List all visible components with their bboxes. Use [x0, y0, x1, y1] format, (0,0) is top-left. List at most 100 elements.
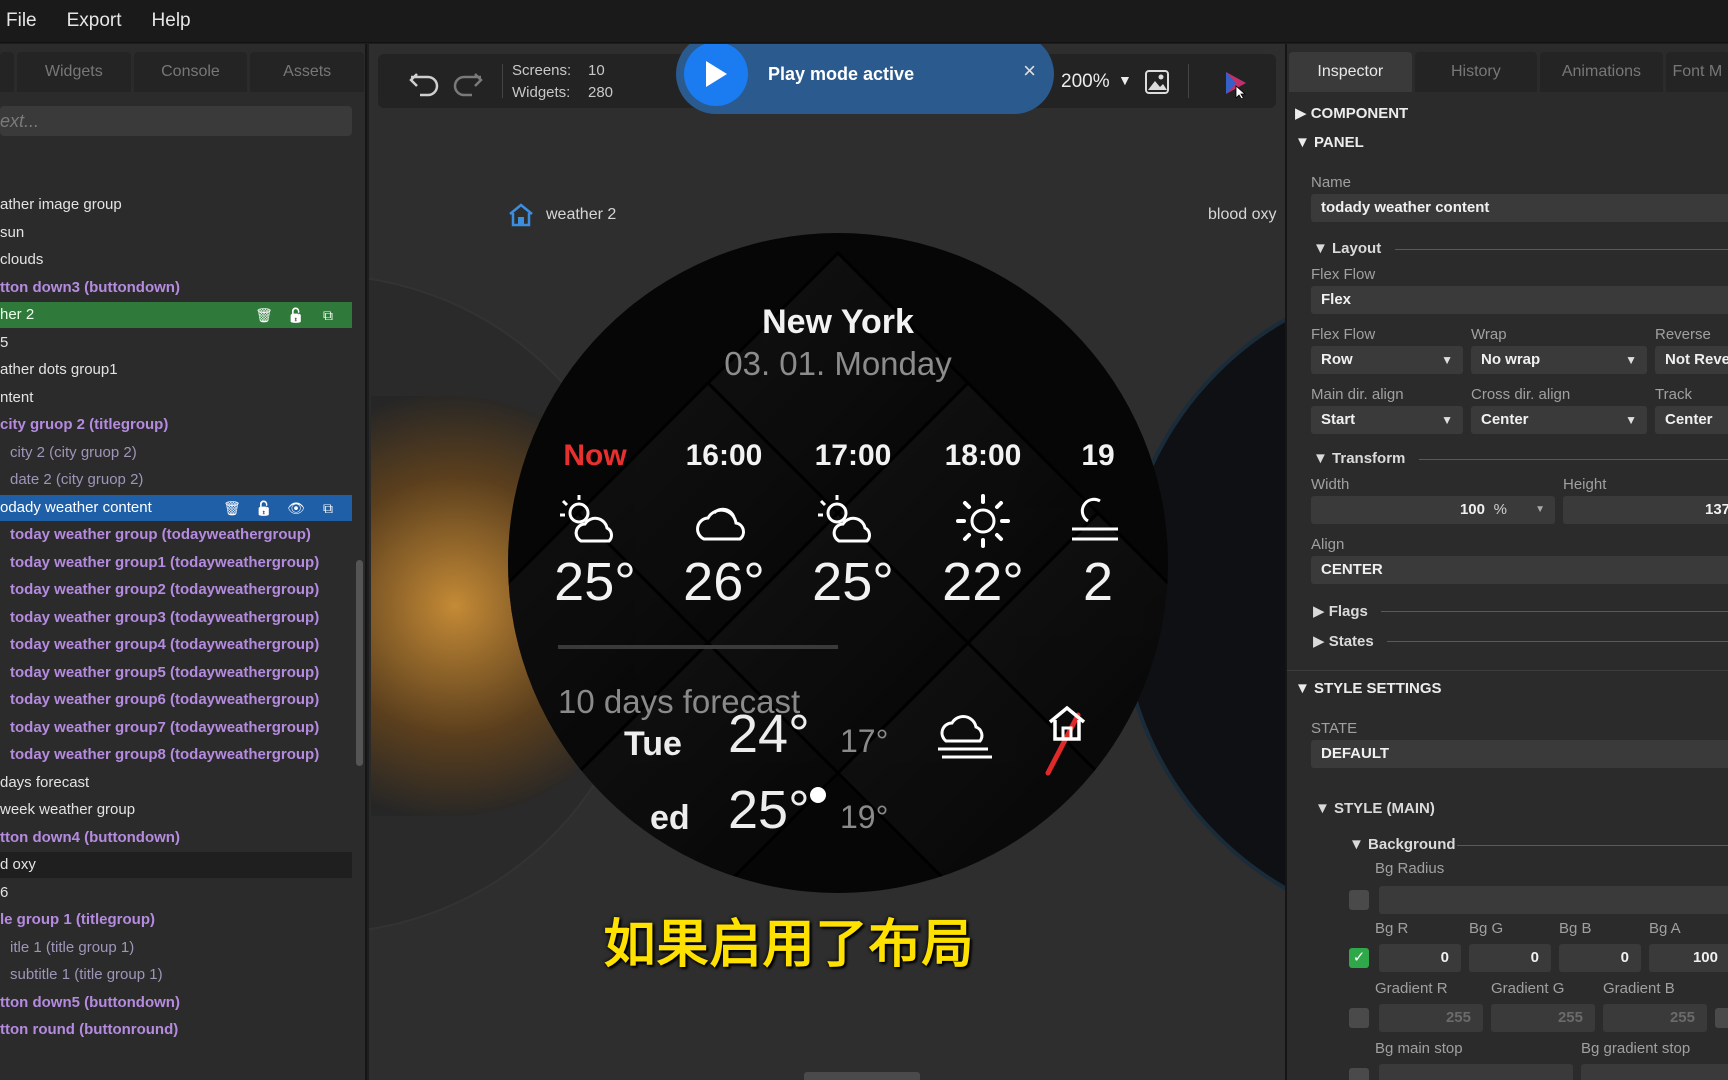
play-icon[interactable]: [684, 44, 748, 106]
flex-flow-field[interactable]: Flex: [1311, 286, 1728, 314]
screens-count: 10: [588, 62, 605, 79]
tree-item[interactable]: today weather group7 (todayweathergroup): [0, 715, 352, 741]
tree-item[interactable]: ather image group: [0, 192, 352, 218]
section-component[interactable]: ▶ COMPONENT: [1295, 104, 1408, 122]
tree-item[interactable]: today weather group4 (todayweathergroup): [0, 632, 352, 658]
tree-item[interactable]: today weather group8 (todayweathergroup): [0, 742, 352, 768]
unlock-icon[interactable]: 🔓: [280, 302, 312, 328]
background-header[interactable]: ▼ Background: [1349, 836, 1456, 853]
bg-g-field[interactable]: 0: [1469, 944, 1551, 972]
tab-history[interactable]: History: [1414, 52, 1538, 92]
watch-screen[interactable]: New York 03. 01. Monday Now 25° 16:00 26° 17…: [508, 233, 1168, 893]
tree-item[interactable]: today weather group (todayweathergroup): [0, 522, 352, 548]
menu-help[interactable]: Help: [152, 10, 191, 32]
trash-icon[interactable]: 🗑: [248, 302, 280, 328]
wrap-select[interactable]: No wrap ▼: [1471, 346, 1647, 374]
tab-font-manager[interactable]: Font M: [1665, 52, 1728, 92]
tree-item[interactable]: city gruop 2 (titlegroup): [0, 412, 352, 438]
tree-item[interactable]: week weather group: [0, 797, 352, 823]
copy-icon[interactable]: ⧉: [312, 495, 344, 521]
menu-file[interactable]: File: [6, 10, 37, 32]
gradient-color-swatch[interactable]: [1715, 1008, 1728, 1028]
name-field[interactable]: todady weather content: [1311, 194, 1728, 222]
gradient-g-field[interactable]: 255: [1491, 1004, 1595, 1032]
tree-item[interactable]: today weather group6 (todayweathergroup): [0, 687, 352, 713]
bg-radius-checkbox[interactable]: [1349, 890, 1369, 910]
menu-export[interactable]: Export: [67, 10, 122, 32]
track-label: Track: [1655, 386, 1692, 403]
tab-inspector[interactable]: Inspector: [1289, 52, 1412, 92]
style-main-header[interactable]: ▼ STYLE (MAIN): [1315, 800, 1435, 817]
zoom-dropdown-icon[interactable]: ▼: [1118, 72, 1132, 88]
image-icon[interactable]: [1144, 69, 1170, 95]
bg-main-stop-field[interactable]: [1379, 1064, 1573, 1080]
redo-icon[interactable]: [450, 68, 484, 98]
tree-item[interactable]: d oxy: [0, 852, 352, 878]
home-icon[interactable]: [1046, 703, 1088, 743]
tree-item[interactable]: le group 1 (titlegroup): [0, 907, 352, 933]
main-align-select[interactable]: Start ▼: [1311, 406, 1463, 434]
bg-stop-checkbox[interactable]: [1349, 1068, 1369, 1080]
tree-item[interactable]: tton down3 (buttondown): [0, 275, 352, 301]
undo-icon[interactable]: [408, 68, 442, 98]
tree-item[interactable]: her 2 🗑 🔓 ⧉: [0, 302, 352, 328]
tree-item[interactable]: tton down5 (buttondown): [0, 990, 352, 1016]
unlock-icon[interactable]: 🔓: [248, 495, 280, 521]
tab-animations[interactable]: Animations: [1540, 52, 1663, 92]
tree-item[interactable]: odady weather content 🗑 🔓 👁 ⧉: [0, 494, 352, 521]
section-style-settings[interactable]: ▼ STYLE SETTINGS: [1295, 680, 1442, 697]
tab-hidden[interactable]: [0, 52, 14, 92]
trash-icon[interactable]: 🗑: [216, 495, 248, 521]
tab-assets[interactable]: Assets: [250, 52, 365, 92]
tree-item[interactable]: days forecast: [0, 770, 352, 796]
zoom-level[interactable]: 200%: [1061, 71, 1110, 93]
states-header[interactable]: ▶ States: [1313, 632, 1374, 650]
tree-item[interactable]: today weather group3 (todayweathergroup): [0, 605, 352, 631]
tree-item[interactable]: today weather group1 (todayweathergroup): [0, 550, 352, 576]
tree-item[interactable]: today weather group2 (todayweathergroup): [0, 577, 352, 603]
tree-item[interactable]: tton down4 (buttondown): [0, 825, 352, 851]
cross-align-select[interactable]: Center ▼: [1471, 406, 1647, 434]
tree-item[interactable]: subtitle 1 (title group 1): [0, 962, 352, 988]
tree-scrollbar[interactable]: [356, 560, 363, 766]
eye-icon[interactable]: 👁: [280, 495, 312, 521]
track-select[interactable]: Center: [1655, 406, 1728, 434]
flags-header[interactable]: ▶ Flags: [1313, 602, 1368, 620]
transform-header[interactable]: ▼ Transform: [1313, 450, 1405, 467]
reverse-select[interactable]: Not Reve: [1655, 346, 1728, 374]
bg-r-field[interactable]: 0: [1379, 944, 1461, 972]
height-field[interactable]: 137: [1563, 496, 1728, 524]
tree-item[interactable]: itle 1 (title group 1): [0, 935, 352, 961]
tree-item[interactable]: clouds: [0, 247, 352, 273]
state-field[interactable]: DEFAULT: [1311, 740, 1728, 768]
tree-item[interactable]: ntent: [0, 385, 352, 411]
bg-b-field[interactable]: 0: [1559, 944, 1641, 972]
layout-header[interactable]: ▼ Layout: [1313, 240, 1381, 257]
align-field[interactable]: CENTER: [1311, 556, 1728, 584]
tree-item[interactable]: 6: [0, 880, 352, 906]
tree-item[interactable]: sun: [0, 220, 352, 246]
widget-search-input[interactable]: ext...: [0, 106, 352, 136]
tab-widgets[interactable]: Widgets: [16, 52, 131, 92]
canvas-scroll-handle[interactable]: [804, 1072, 920, 1080]
tab-console[interactable]: Console: [133, 52, 248, 92]
flex-flow-select[interactable]: Row ▼: [1311, 346, 1463, 374]
bg-color-checkbox[interactable]: ✓: [1349, 948, 1369, 968]
tree-item[interactable]: date 2 (city gruop 2): [0, 467, 352, 493]
tree-item[interactable]: 5: [0, 330, 352, 356]
tree-item[interactable]: city 2 (city gruop 2): [0, 440, 352, 466]
bg-a-field[interactable]: 100: [1649, 944, 1728, 972]
width-field[interactable]: 100 % ▼: [1311, 496, 1555, 524]
gradient-b-field[interactable]: 255: [1603, 1004, 1707, 1032]
close-icon[interactable]: ×: [1023, 58, 1036, 84]
tree-item[interactable]: today weather group5 (todayweathergroup): [0, 660, 352, 686]
bg-radius-field[interactable]: [1379, 886, 1728, 914]
play-mode-icon[interactable]: [1220, 68, 1250, 98]
section-panel[interactable]: ▼ PANEL: [1295, 134, 1364, 151]
tree-item[interactable]: tton round (buttonround): [0, 1017, 352, 1043]
tree-item[interactable]: ather dots group1: [0, 357, 352, 383]
copy-icon[interactable]: ⧉: [312, 302, 344, 328]
gradient-r-field[interactable]: 255: [1379, 1004, 1483, 1032]
gradient-checkbox[interactable]: [1349, 1008, 1369, 1028]
bg-gradient-stop-field[interactable]: [1581, 1064, 1728, 1080]
